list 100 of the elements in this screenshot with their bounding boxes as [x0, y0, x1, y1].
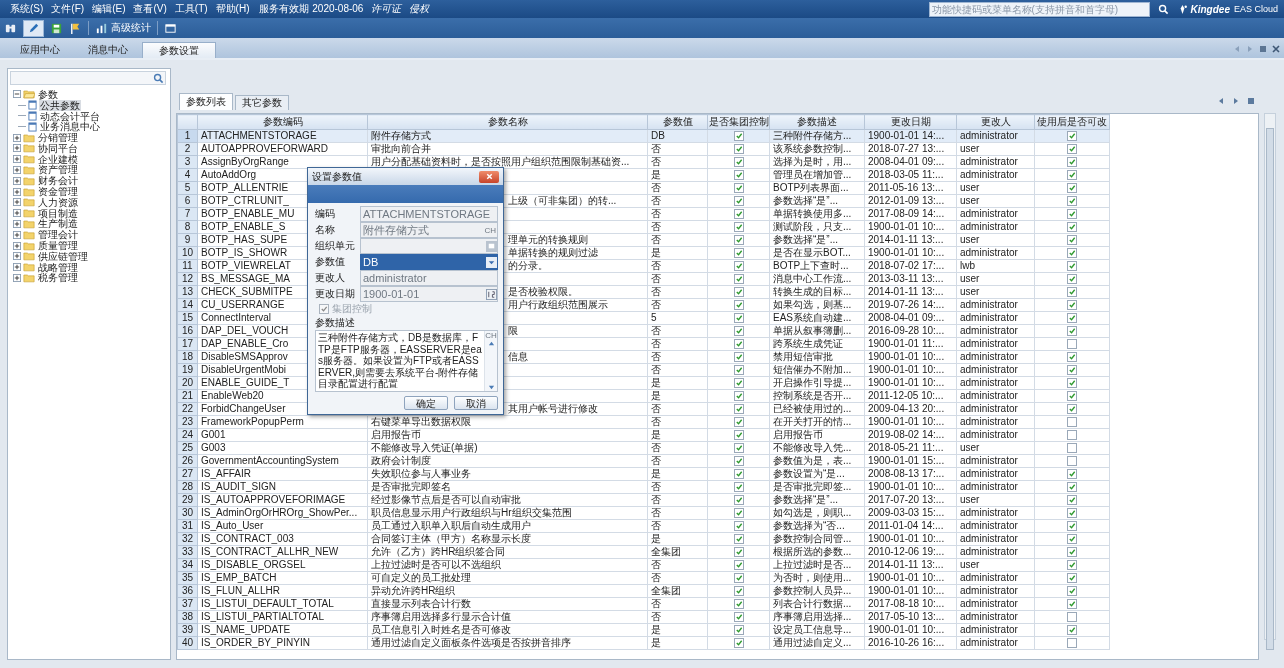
tree-item[interactable]: 供应链管理: [37, 250, 89, 262]
tree-item[interactable]: 动态会计平台: [39, 110, 101, 122]
tree-item[interactable]: 生产制造: [37, 218, 79, 230]
expander-icon[interactable]: [13, 133, 21, 142]
checkbox[interactable]: [733, 482, 744, 493]
row-number[interactable]: 6: [177, 194, 198, 208]
checkbox[interactable]: [1067, 573, 1077, 584]
checkbox[interactable]: [733, 391, 744, 402]
checkbox[interactable]: [1067, 469, 1077, 480]
row-number[interactable]: 12: [177, 272, 198, 286]
checkbox[interactable]: [733, 586, 744, 597]
checkbox[interactable]: [1067, 521, 1077, 532]
checkbox[interactable]: [733, 404, 744, 415]
column-header[interactable]: 更改人: [956, 114, 1035, 130]
checkbox[interactable]: [1067, 157, 1077, 168]
checkbox[interactable]: [733, 326, 744, 337]
search-icon[interactable]: [1157, 3, 1169, 15]
checkbox[interactable]: [1067, 391, 1077, 402]
checkbox[interactable]: [733, 274, 744, 285]
menu-item[interactable]: 查看(V): [133, 2, 167, 16]
tree-item[interactable]: 协同平台: [37, 142, 79, 154]
column-header[interactable]: 参数编码: [197, 114, 368, 130]
expander-icon[interactable]: [13, 241, 21, 250]
tree-item[interactable]: 战略管理: [37, 261, 79, 273]
expander-icon[interactable]: [13, 230, 21, 239]
checkbox[interactable]: [1067, 430, 1077, 441]
checkbox[interactable]: [1067, 339, 1077, 350]
checkbox[interactable]: [1067, 612, 1077, 623]
window-icon[interactable]: [164, 21, 177, 35]
checkbox[interactable]: [1067, 222, 1077, 233]
row-number[interactable]: 16: [177, 324, 198, 338]
checkbox[interactable]: [1067, 287, 1077, 298]
maximize-icon[interactable]: [1258, 44, 1268, 54]
checkbox[interactable]: [733, 183, 744, 194]
expander-icon[interactable]: [13, 273, 21, 282]
expander-icon[interactable]: [13, 155, 21, 164]
tree-item[interactable]: 分销管理: [37, 132, 79, 144]
tree-item[interactable]: 管理会计: [37, 229, 79, 241]
checkbox[interactable]: [733, 378, 744, 389]
expander-icon[interactable]: [13, 144, 21, 153]
checkbox[interactable]: [1067, 196, 1077, 207]
checkbox[interactable]: [1067, 300, 1077, 311]
row-number[interactable]: 4: [177, 168, 198, 182]
row-number[interactable]: 26: [177, 454, 198, 468]
row-number[interactable]: 30: [177, 506, 198, 520]
row-number[interactable]: 20: [177, 376, 198, 390]
checkbox[interactable]: [1067, 508, 1077, 519]
expander-icon[interactable]: [13, 252, 21, 261]
list-icon[interactable]: [1246, 96, 1256, 106]
checkbox[interactable]: [733, 456, 744, 467]
checkbox[interactable]: [1067, 170, 1077, 181]
menu-item[interactable]: 文件(F): [51, 2, 85, 16]
checkbox[interactable]: [1067, 313, 1077, 324]
row-number[interactable]: 14: [177, 298, 198, 312]
tree-item[interactable]: 税务管理: [37, 272, 79, 284]
checkbox[interactable]: [733, 222, 744, 233]
dialog-button[interactable]: 取消: [454, 396, 498, 410]
row-number[interactable]: 38: [177, 610, 198, 624]
checkbox[interactable]: [733, 313, 744, 324]
checkbox[interactable]: [733, 430, 744, 441]
license-link[interactable]: 许可证: [371, 2, 402, 16]
checkbox[interactable]: [733, 196, 744, 207]
checkbox[interactable]: [1067, 274, 1077, 285]
row-number[interactable]: 28: [177, 480, 198, 494]
tree-item[interactable]: 财务会计: [37, 175, 79, 187]
checkbox[interactable]: [733, 599, 744, 610]
checkbox[interactable]: [733, 261, 744, 272]
row-number[interactable]: 24: [177, 428, 198, 442]
checkbox[interactable]: [733, 612, 744, 623]
checkbox[interactable]: [733, 287, 744, 298]
expander-icon[interactable]: [13, 263, 21, 272]
checkbox[interactable]: [1067, 599, 1077, 610]
tab[interactable]: 应用中心: [6, 42, 74, 58]
checkbox[interactable]: [733, 235, 744, 246]
save-icon[interactable]: [50, 21, 63, 35]
checkbox[interactable]: [1067, 495, 1077, 506]
column-header[interactable]: 是否集团控制: [707, 114, 770, 130]
close-icon[interactable]: [1271, 44, 1281, 54]
checkbox[interactable]: [1067, 560, 1077, 571]
checkbox[interactable]: [1067, 456, 1077, 467]
row-number[interactable]: 32: [177, 532, 198, 546]
checkbox[interactable]: [733, 534, 744, 545]
row-number[interactable]: 36: [177, 584, 198, 598]
flag-icon[interactable]: [69, 21, 82, 35]
checkbox[interactable]: [733, 469, 744, 480]
tab[interactable]: 其它参数: [235, 95, 289, 110]
checkbox[interactable]: [1067, 482, 1077, 493]
checkbox[interactable]: [733, 625, 744, 636]
column-header[interactable]: 参数描述: [769, 114, 865, 130]
column-header[interactable]: 更改日期: [864, 114, 957, 130]
tab[interactable]: 消息中心: [74, 42, 142, 58]
checkbox[interactable]: [733, 131, 744, 142]
advanced-stats-button[interactable]: 高级统计: [95, 21, 151, 35]
checkbox[interactable]: [1067, 625, 1077, 636]
checkbox[interactable]: [1067, 235, 1077, 246]
checkbox[interactable]: [733, 365, 744, 376]
checkbox[interactable]: [1067, 183, 1077, 194]
scroll-down-icon[interactable]: [486, 384, 496, 391]
expander-icon[interactable]: [13, 165, 21, 174]
tree-item[interactable]: 项目制造: [37, 207, 79, 219]
